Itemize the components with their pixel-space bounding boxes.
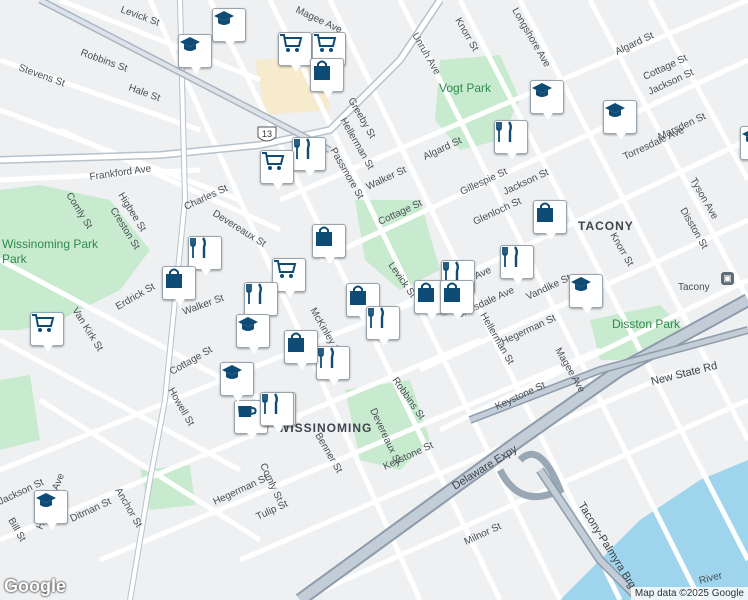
- poi-marker-restaurant[interactable]: [244, 282, 278, 322]
- poi-marker-restaurant[interactable]: [366, 306, 400, 346]
- poi-marker-restaurant[interactable]: [188, 236, 222, 276]
- poi-marker-restaurant[interactable]: [494, 120, 528, 160]
- street-label: Hale St: [127, 82, 162, 104]
- street-label: Stevens St: [17, 62, 66, 89]
- street-label: Glenloch St: [472, 196, 524, 228]
- poi-marker-shopping[interactable]: [162, 266, 196, 306]
- poi-marker-restaurant[interactable]: [260, 392, 294, 432]
- park-label-vogt: Vogt Park: [439, 81, 492, 95]
- street-label: Frankford Ave: [89, 163, 152, 183]
- poi-marker-restaurant[interactable]: [316, 346, 350, 386]
- poi-marker-shopping[interactable]: [533, 200, 567, 240]
- google-logo: Google: [4, 576, 66, 596]
- poi-marker-shopping[interactable]: [284, 330, 318, 370]
- highway-label-new-state: New State Rd: [650, 360, 719, 388]
- street-label: Anchor St: [112, 486, 144, 530]
- poi-marker-shopping[interactable]: [310, 58, 344, 98]
- poi-marker-school[interactable]: [530, 80, 564, 120]
- poi-marker-school[interactable]: [236, 314, 270, 354]
- poi-marker-school[interactable]: [569, 274, 603, 314]
- park-label-wissinoming-2: Park: [2, 252, 28, 266]
- train-station-icon[interactable]: ▣: [721, 272, 734, 285]
- green-area-4: [0, 375, 40, 450]
- poi-marker-shopping[interactable]: [278, 32, 312, 72]
- map-attribution: Map data ©2025 Google: [630, 587, 748, 600]
- poi-marker-school[interactable]: [34, 490, 68, 530]
- poi-marker-restaurant[interactable]: [500, 245, 534, 285]
- poi-marker-school[interactable]: [740, 126, 748, 160]
- street-label: Longshore Ave: [509, 6, 552, 70]
- poi-marker-school[interactable]: [220, 362, 254, 402]
- poi-marker-shopping[interactable]: [30, 312, 64, 352]
- poi-marker-school[interactable]: [178, 34, 212, 74]
- park-label-disston: Disston Park: [612, 317, 681, 331]
- street-label: Unruh Ave: [409, 31, 442, 77]
- map-canvas[interactable]: Levick St Robbins St Magee Ave Stevens S…: [0, 0, 748, 600]
- street-label: Knorr St: [607, 231, 635, 268]
- poi-marker-shopping[interactable]: [260, 150, 294, 190]
- route-shield-label: 13: [262, 129, 272, 139]
- street-label: Tulip St: [255, 498, 290, 522]
- route-shield-13: 13: [257, 126, 277, 142]
- poi-marker-school[interactable]: [603, 100, 637, 140]
- poi-marker-school[interactable]: [212, 8, 246, 48]
- street-label: Robbins St: [79, 47, 129, 74]
- poi-marker-restaurant[interactable]: [292, 137, 326, 177]
- transit-station-label: Tacony: [678, 282, 710, 293]
- poi-marker-shopping[interactable]: [312, 224, 346, 264]
- neighborhood-label-tacony: TACONY: [578, 219, 634, 233]
- park-label-wissinoming: Wissinoming Park: [2, 237, 99, 251]
- poi-marker-shopping[interactable]: [440, 280, 474, 320]
